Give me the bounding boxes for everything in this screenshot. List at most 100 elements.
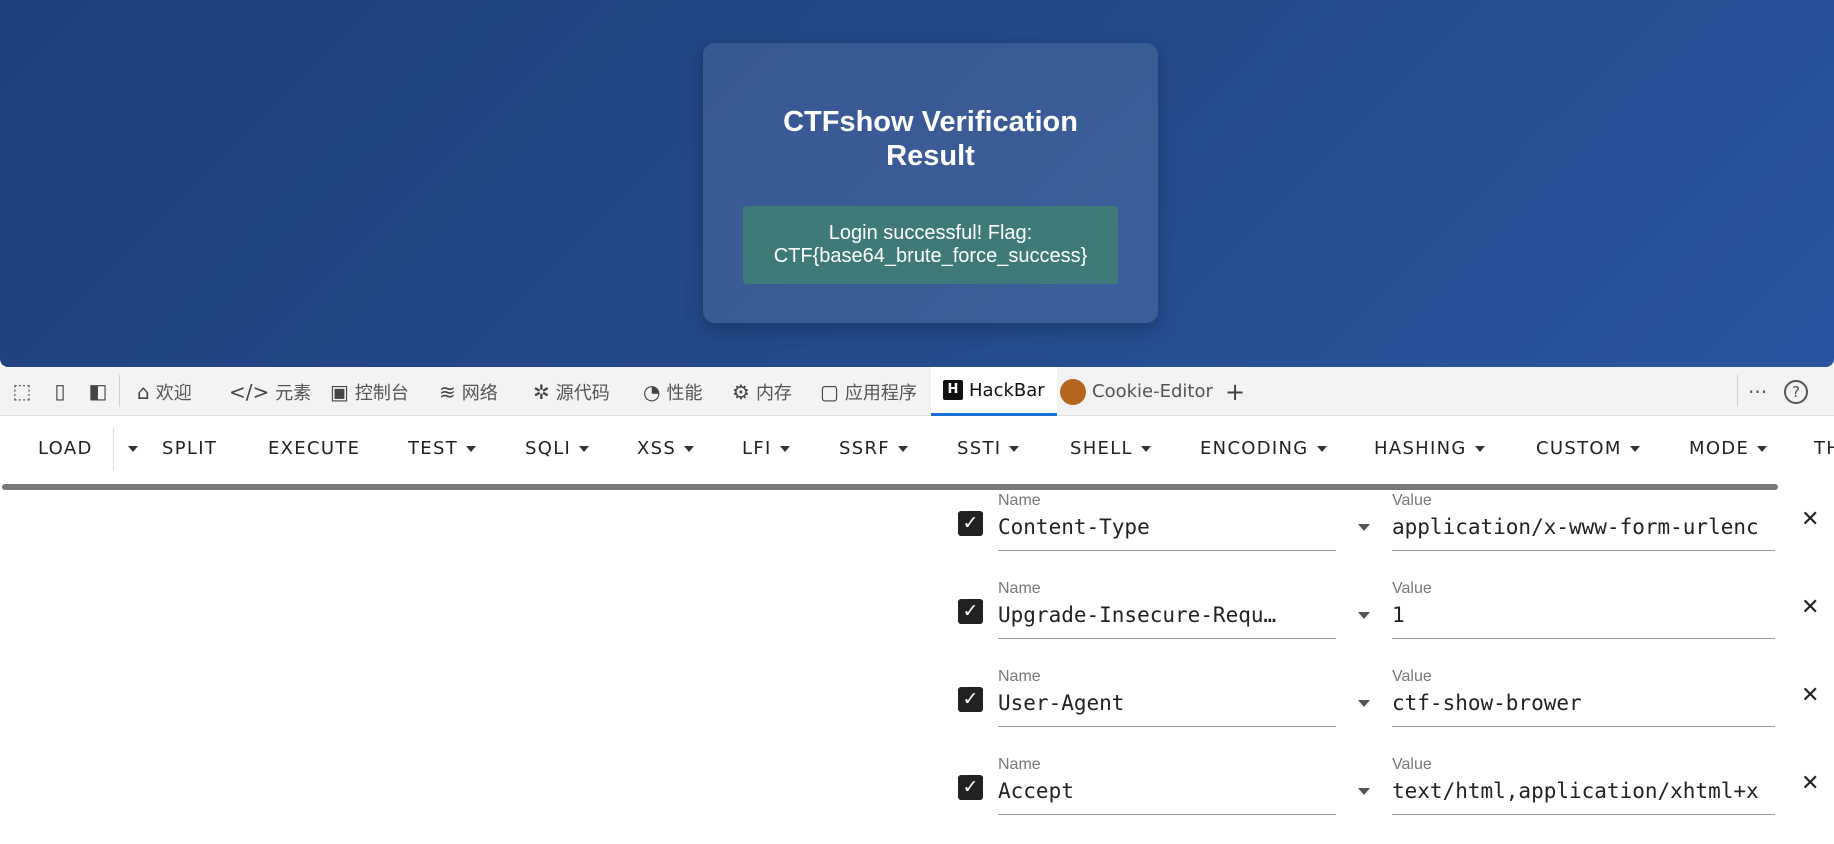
verification-card: CTFshow Verification Result Login succes… xyxy=(703,43,1158,323)
header-row: ✓ Name Content-Type Value application/x-… xyxy=(955,492,1834,580)
delete-header-button[interactable]: ✕ xyxy=(1801,683,1819,708)
tab-label: 元素 xyxy=(275,382,312,404)
shell-menu-button[interactable]: SHELL xyxy=(1070,416,1151,481)
delete-header-button[interactable]: ✕ xyxy=(1801,507,1819,532)
tab-console[interactable]: ▣ 控制台 xyxy=(330,367,409,416)
tab-memory[interactable]: ⚙ 内存 xyxy=(732,367,792,416)
tab-network[interactable]: ≋ 网络 xyxy=(439,367,498,416)
chevron-down-icon xyxy=(466,445,476,452)
help-button[interactable]: ? xyxy=(1784,367,1808,416)
tab-label: HackBar xyxy=(969,379,1045,401)
custom-menu-button[interactable]: CUSTOM xyxy=(1536,416,1640,481)
header-enabled-checkbox[interactable]: ✓ xyxy=(958,687,983,712)
tab-label: 内存 xyxy=(755,382,792,404)
bug-icon: ✲ xyxy=(533,379,550,404)
ssrf-menu-button[interactable]: SSRF xyxy=(839,416,908,481)
tab-label: Cookie-Editor xyxy=(1092,381,1213,402)
hackbar-toolbar: LOAD SPLIT EXECUTE TEST SQLI XSS LFI SSR… xyxy=(0,416,1834,481)
load-button[interactable]: LOAD xyxy=(38,416,93,481)
tab-hackbar[interactable]: H HackBar xyxy=(931,367,1057,416)
header-enabled-checkbox[interactable]: ✓ xyxy=(958,511,983,536)
cookie-icon xyxy=(1060,378,1086,405)
more-tools-button[interactable]: ··· xyxy=(1748,367,1767,416)
xss-menu-button[interactable]: XSS xyxy=(637,416,695,481)
header-name-input[interactable]: Upgrade-Insecure-Requ… xyxy=(998,603,1298,627)
check-icon: ✓ xyxy=(962,600,979,622)
header-row: ✓ Name User-Agent Value ctf-show-brower … xyxy=(955,668,1834,756)
execute-button[interactable]: EXECUTE xyxy=(268,416,360,481)
lfi-menu-button[interactable]: LFI xyxy=(742,416,790,481)
window-icon: ▢ xyxy=(820,379,839,404)
chevron-down-icon xyxy=(579,445,590,452)
card-title: CTFshow Verification Result xyxy=(783,106,1078,172)
header-value-input[interactable]: 1 xyxy=(1392,603,1775,627)
devtools-panel: ⬚ ▯ ◧ ⌂ 欢迎 </> 元素 ▣ 控制台 ≋ 网络 ✲ 源代码 ◔ 性能 ⚙ 内存 ▢ 应… xyxy=(0,367,1834,840)
chevron-down-icon xyxy=(1629,445,1640,452)
hashing-menu-button[interactable]: HASHING xyxy=(1374,416,1485,481)
result-text: Login successful! Flag: CTF{base64_brute… xyxy=(773,222,1088,267)
console-icon: ▣ xyxy=(330,379,349,404)
name-label: Name xyxy=(998,580,1041,597)
check-icon: ✓ xyxy=(962,776,979,798)
chevron-down-icon[interactable] xyxy=(1358,524,1370,531)
header-name-input[interactable]: Accept xyxy=(998,779,1298,803)
tab-performance[interactable]: ◔ 性能 xyxy=(643,367,702,416)
home-icon: ⌂ xyxy=(137,379,150,404)
plus-icon: + xyxy=(1225,377,1246,406)
theme-menu-button[interactable]: TH xyxy=(1814,416,1834,481)
tab-label: 网络 xyxy=(461,382,498,404)
tab-sources[interactable]: ✲ 源代码 xyxy=(533,367,610,416)
code-icon: </> xyxy=(229,379,270,404)
chevron-down-icon[interactable] xyxy=(1358,612,1370,619)
name-label: Name xyxy=(998,492,1041,509)
chevron-down-icon xyxy=(684,445,695,452)
chevron-down-icon xyxy=(1474,445,1485,452)
tab-label: 源代码 xyxy=(555,382,610,404)
value-label: Value xyxy=(1392,492,1432,509)
value-label: Value xyxy=(1392,580,1432,597)
tab-cookie-editor[interactable]: Cookie-Editor xyxy=(1060,367,1213,416)
header-enabled-checkbox[interactable]: ✓ xyxy=(958,599,983,624)
close-icon: ✕ xyxy=(1801,771,1820,796)
devtools-tabbar: ⬚ ▯ ◧ ⌂ 欢迎 </> 元素 ▣ 控制台 ≋ 网络 ✲ 源代码 ◔ 性能 ⚙ 内存 ▢ 应… xyxy=(0,367,1834,416)
header-value-input[interactable]: text/html,application/xhtml+x xyxy=(1392,779,1775,803)
chevron-down-icon xyxy=(779,445,790,452)
delete-header-button[interactable]: ✕ xyxy=(1801,595,1819,620)
header-row: ✓ Name Upgrade-Insecure-Requ… Value 1 ✕ xyxy=(955,580,1834,668)
check-icon: ✓ xyxy=(962,688,979,710)
header-enabled-checkbox[interactable]: ✓ xyxy=(958,775,983,800)
sqli-menu-button[interactable]: SQLI xyxy=(525,416,590,481)
more-icon: ··· xyxy=(1748,379,1768,404)
help-icon: ? xyxy=(1784,379,1808,404)
header-row: ✓ Name Accept Value text/html,applicatio… xyxy=(955,756,1834,844)
encoding-menu-button[interactable]: ENCODING xyxy=(1200,416,1327,481)
tab-label: 控制台 xyxy=(354,382,409,404)
delete-header-button[interactable]: ✕ xyxy=(1801,771,1819,796)
chevron-down-icon xyxy=(897,445,908,452)
value-label: Value xyxy=(1392,756,1432,773)
close-icon: ✕ xyxy=(1801,507,1820,532)
chevron-down-icon[interactable] xyxy=(1358,700,1370,707)
chevron-down-icon[interactable] xyxy=(1358,788,1370,795)
inspect-element-icon[interactable]: ⬚ xyxy=(10,380,34,404)
tab-welcome[interactable]: ⌂ 欢迎 xyxy=(137,367,192,416)
ssti-menu-button[interactable]: SSTI xyxy=(957,416,1020,481)
tab-elements[interactable]: </> 元素 xyxy=(229,367,311,416)
split-button[interactable]: SPLIT xyxy=(162,416,217,481)
load-dropdown-button[interactable] xyxy=(120,416,138,481)
chevron-down-icon xyxy=(1009,445,1020,452)
header-value-input[interactable]: application/x-www-form-urlenc xyxy=(1392,515,1775,539)
add-tab-button[interactable]: + xyxy=(1225,367,1245,416)
chevron-down-icon xyxy=(1140,445,1151,452)
dock-side-icon[interactable]: ◧ xyxy=(86,380,110,404)
mode-menu-button[interactable]: MODE xyxy=(1689,416,1768,481)
header-name-input[interactable]: Content-Type xyxy=(998,515,1298,539)
tab-label: 欢迎 xyxy=(155,382,192,404)
header-value-input[interactable]: ctf-show-brower xyxy=(1392,691,1775,715)
device-emulation-icon[interactable]: ▯ xyxy=(48,380,72,404)
tab-application[interactable]: ▢ 应用程序 xyxy=(820,367,917,416)
header-name-input[interactable]: User-Agent xyxy=(998,691,1298,715)
test-menu-button[interactable]: TEST xyxy=(408,416,476,481)
horizontal-scrollbar[interactable] xyxy=(2,484,1778,490)
wifi-icon: ≋ xyxy=(439,379,456,404)
